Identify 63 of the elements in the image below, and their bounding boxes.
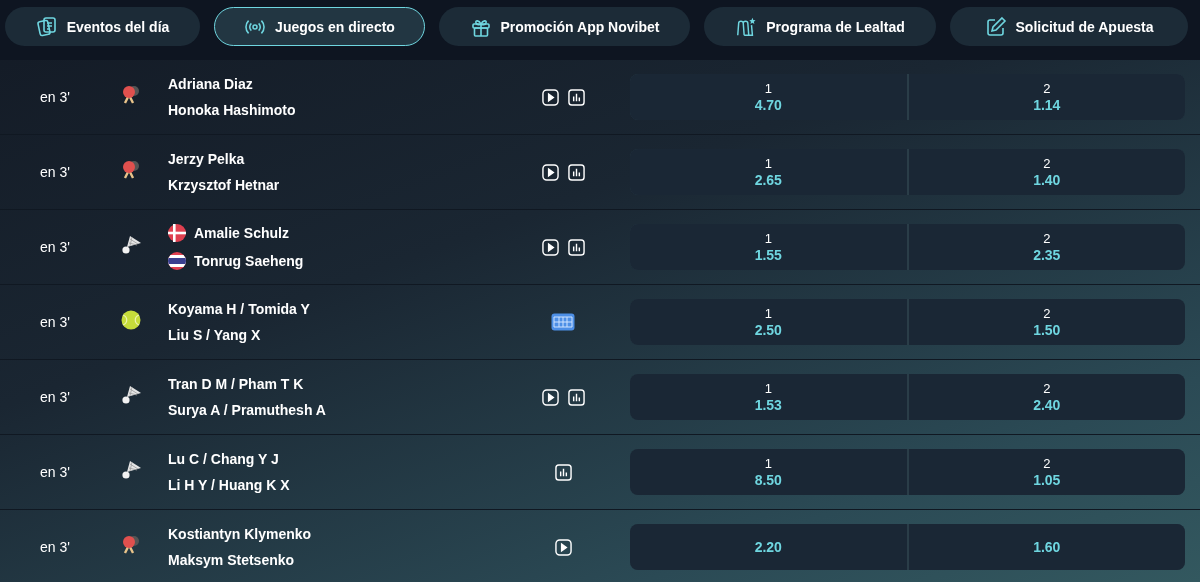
player-name: Lu C / Chang Y J — [168, 451, 279, 467]
shuttlecock-icon — [120, 234, 142, 256]
odds-button[interactable]: 1 1.53 — [630, 374, 907, 420]
start-time: en 3' — [40, 164, 71, 180]
tab[interactable]: Programa de Lealtad — [704, 7, 936, 46]
player-name: Adriana Diaz — [168, 76, 253, 92]
play-icon[interactable] — [554, 538, 572, 556]
flag-icon — [168, 224, 186, 242]
start-time: en 3' — [40, 239, 71, 255]
player-name: Tran D M / Pham T K — [168, 376, 304, 392]
player-name: Tonrug Saeheng — [194, 253, 304, 269]
stats-icon[interactable] — [554, 463, 572, 481]
odds-button[interactable]: 2 1.14 — [908, 74, 1185, 120]
odds-button[interactable]: 2 2.40 — [908, 374, 1185, 420]
edit-icon — [984, 15, 1007, 38]
player-name: Jerzy Pelka — [168, 151, 245, 167]
paddle-icon — [120, 84, 142, 106]
player-name: Li H Y / Huang K X — [168, 477, 290, 493]
odds-button[interactable]: 2 1.50 — [908, 299, 1185, 345]
start-time: en 3' — [40, 314, 71, 330]
play-icon[interactable] — [541, 88, 559, 106]
stats-icon[interactable] — [567, 88, 585, 106]
player-name: Amalie Schulz — [194, 225, 289, 241]
player-name: Honoka Hashimoto — [168, 102, 296, 118]
stats-icon[interactable] — [567, 238, 585, 256]
start-time: en 3' — [40, 464, 71, 480]
start-time: en 3' — [40, 539, 71, 555]
flag-icon — [168, 252, 186, 270]
stats-icon[interactable] — [567, 388, 585, 406]
shuttlecock-icon — [120, 384, 142, 406]
player-name: Liu S / Yang X — [168, 327, 261, 343]
court-icon[interactable] — [551, 313, 575, 331]
player-name: Koyama H / Tomida Y — [168, 301, 310, 317]
player-name: Maksym Stetsenko — [168, 552, 295, 568]
odds-button[interactable]: 1 8.50 — [630, 449, 907, 495]
player-name: Kostiantyn Klymenko — [168, 526, 312, 542]
paddle-icon — [120, 159, 142, 181]
odds-button[interactable]: 2 1.40 — [908, 149, 1185, 195]
tab[interactable]: Solicitud de Apuesta — [950, 7, 1188, 46]
odds-button[interactable]: 1 2.50 — [630, 299, 907, 345]
start-time: en 3' — [40, 89, 71, 105]
odds-button[interactable]: 1.60 — [908, 524, 1185, 570]
odds-button[interactable]: 2.20 — [630, 524, 907, 570]
tab[interactable]: Juegos en directo — [214, 7, 425, 46]
odds-button[interactable]: 2 2.35 — [908, 224, 1185, 270]
odds-button[interactable]: 1 4.70 — [630, 74, 907, 120]
player-name: Surya A / Pramuthesh A — [168, 402, 326, 418]
documents-icon — [35, 15, 58, 38]
tab[interactable]: Promoción App Novibet — [439, 7, 690, 46]
tennis-ball-icon — [120, 309, 142, 331]
play-icon[interactable] — [541, 163, 559, 181]
start-time: en 3' — [40, 389, 71, 405]
play-icon[interactable] — [541, 388, 559, 406]
arch-star-icon — [735, 15, 758, 38]
stats-icon[interactable] — [567, 163, 585, 181]
shuttlecock-icon — [120, 459, 142, 481]
player-name: Krzysztof Hetnar — [168, 177, 280, 193]
odds-button[interactable]: 1 2.65 — [630, 149, 907, 195]
tab[interactable]: Eventos del día — [5, 7, 200, 46]
odds-button[interactable]: 1 1.55 — [630, 224, 907, 270]
play-icon[interactable] — [541, 238, 559, 256]
paddle-icon — [120, 534, 142, 556]
odds-button[interactable]: 2 1.05 — [908, 449, 1185, 495]
